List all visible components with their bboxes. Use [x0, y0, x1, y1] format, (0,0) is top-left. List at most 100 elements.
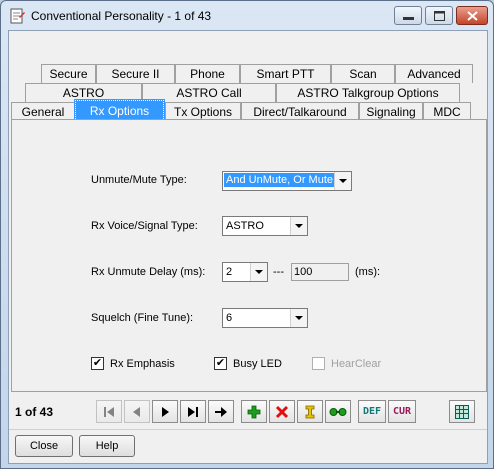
tab-label: MDC	[433, 105, 461, 119]
close-button[interactable]: Close	[15, 435, 73, 457]
title-bar[interactable]: Conventional Personality - 1 of 43	[1, 1, 493, 31]
copy-icon	[329, 407, 347, 416]
tab-scan[interactable]: Scan	[331, 64, 395, 83]
tab-astro-talkgroup-options[interactable]: ASTRO Talkgroup Options	[276, 83, 460, 102]
grid-icon	[455, 404, 469, 419]
default-icon: DEF	[362, 406, 382, 417]
hearclear-label: HearClear	[331, 357, 382, 370]
tab-label: Secure II	[111, 67, 160, 81]
unmute-mute-type-value: And UnMute, Or Mute	[224, 173, 335, 187]
tab-phone[interactable]: Phone	[175, 64, 240, 83]
ms-unit-label: (ms):	[355, 266, 381, 278]
tab-smart-ptt[interactable]: Smart PTT	[240, 64, 331, 83]
dropdown-button[interactable]	[290, 309, 307, 327]
rx-unmute-delay-ms-field: 100	[291, 263, 349, 281]
insert-icon	[305, 405, 315, 418]
chevron-down-icon	[339, 179, 347, 183]
tab-label: Rx Options	[89, 103, 150, 118]
maximize-button[interactable]	[425, 6, 453, 25]
last-record-icon	[188, 406, 198, 417]
tab-secure-ii[interactable]: Secure II	[96, 64, 175, 83]
insert-record-button[interactable]	[297, 400, 323, 423]
busy-led-label: Busy LED	[233, 357, 282, 370]
dropdown-button[interactable]	[334, 172, 351, 190]
chevron-down-icon	[255, 270, 263, 274]
tab-label: Smart PTT	[256, 67, 315, 81]
tab-secure[interactable]: Secure	[41, 64, 96, 83]
default-values-button[interactable]: DEF	[358, 400, 386, 423]
record-navigator: 1 of 43 DEF CUR	[9, 396, 487, 428]
record-count: 1 of 43	[15, 405, 54, 419]
window-title: Conventional Personality - 1 of 43	[31, 9, 212, 23]
rx-unmute-delay-select[interactable]: 2	[222, 262, 268, 282]
tab-label: Signaling	[366, 105, 416, 119]
dialog-window: Conventional Personality - 1 of 43 Secur…	[0, 0, 494, 469]
tab-label: Phone	[190, 67, 225, 81]
tab-label: ASTRO Talkgroup Options	[297, 86, 439, 100]
tab-label: Advanced	[407, 67, 461, 81]
tab-label: General	[21, 105, 65, 119]
tab-rx-options[interactable]: Rx Options	[74, 99, 165, 122]
first-record-button[interactable]	[96, 400, 122, 423]
tab-label: Scan	[349, 67, 377, 81]
squelch-fine-tune-label: Squelch (Fine Tune):	[91, 312, 194, 324]
dropdown-button[interactable]	[250, 263, 267, 281]
rx-emphasis-checkbox[interactable]: ✔ Rx Emphasis	[91, 357, 175, 370]
minimize-button[interactable]	[394, 6, 422, 25]
close-window-button[interactable]	[456, 6, 488, 25]
minimize-icon	[403, 17, 414, 20]
close-icon	[467, 11, 478, 21]
rx-options-panel: Unmute/Mute Type: And UnMute, Or Mute Rx…	[11, 119, 487, 392]
app-document-icon	[10, 8, 25, 24]
current-icon: CUR	[392, 406, 412, 417]
help-button[interactable]: Help	[79, 435, 135, 457]
tab-label: ASTRO Call	[176, 86, 242, 100]
current-values-button[interactable]: CUR	[388, 400, 416, 423]
checkbox-empty-icon	[312, 357, 325, 370]
tab-control: Secure Secure II Phone Smart PTT Scan Ad…	[11, 46, 487, 392]
maximize-icon	[434, 11, 445, 21]
delete-record-button[interactable]	[269, 400, 295, 423]
next-record-icon	[162, 406, 169, 417]
first-record-icon	[104, 406, 114, 417]
add-record-button[interactable]	[241, 400, 267, 423]
delete-icon	[275, 405, 289, 418]
tab-advanced[interactable]: Advanced	[395, 64, 473, 83]
rx-voice-signal-type-value: ASTRO	[226, 220, 264, 232]
range-dash: ---	[273, 266, 284, 278]
checkmark-icon: ✔	[214, 357, 227, 370]
rx-unmute-delay-ms-value: 100	[294, 266, 313, 278]
busy-led-checkbox[interactable]: ✔ Busy LED	[214, 357, 282, 370]
unmute-mute-type-select[interactable]: And UnMute, Or Mute	[222, 171, 352, 191]
unmute-mute-type-label: Unmute/Mute Type:	[91, 174, 187, 186]
copy-record-button[interactable]	[325, 400, 351, 423]
tab-label: Direct/Talkaround	[253, 105, 347, 119]
dropdown-button[interactable]	[290, 217, 307, 235]
dialog-client-area: Secure Secure II Phone Smart PTT Scan Ad…	[8, 30, 488, 464]
add-icon	[247, 405, 261, 418]
chevron-down-icon	[295, 316, 303, 320]
goto-icon	[215, 406, 227, 417]
chevron-down-icon	[295, 224, 303, 228]
squelch-fine-tune-select[interactable]: 6	[222, 308, 308, 328]
close-button-label: Close	[29, 440, 59, 452]
hearclear-checkbox: HearClear	[312, 357, 381, 370]
rx-unmute-delay-label: Rx Unmute Delay (ms):	[91, 266, 206, 278]
last-record-button[interactable]	[180, 400, 206, 423]
checkmark-icon: ✔	[91, 357, 104, 370]
next-record-button[interactable]	[152, 400, 178, 423]
rx-voice-signal-type-select[interactable]: ASTRO	[222, 216, 308, 236]
help-button-label: Help	[95, 440, 119, 452]
tab-label: ASTRO	[62, 86, 105, 100]
goto-record-button[interactable]	[208, 400, 234, 423]
rx-voice-signal-type-label: Rx Voice/Signal Type:	[91, 220, 198, 232]
previous-record-icon	[133, 406, 140, 417]
squelch-fine-tune-value: 6	[226, 312, 233, 324]
divider	[9, 429, 487, 430]
rx-unmute-delay-value: 2	[226, 266, 233, 278]
grid-view-button[interactable]	[449, 400, 475, 423]
previous-record-button[interactable]	[124, 400, 150, 423]
tab-label: Secure	[49, 67, 88, 81]
tab-label: Tx Options	[173, 105, 233, 119]
rx-emphasis-label: Rx Emphasis	[110, 357, 175, 370]
